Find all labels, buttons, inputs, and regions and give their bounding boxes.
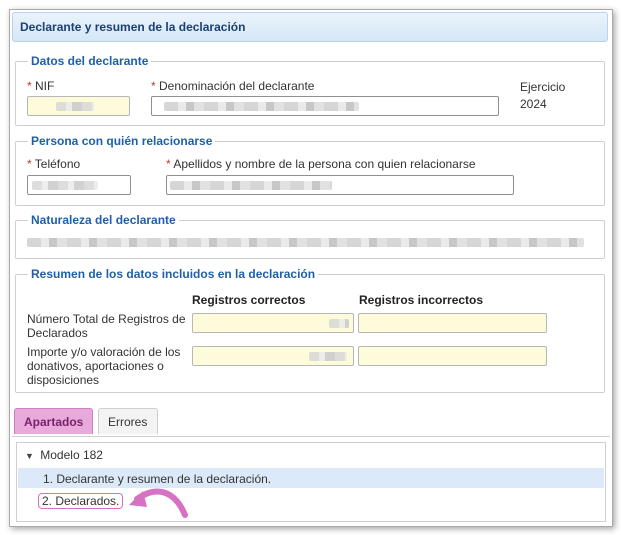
numero-registros-correctos-input[interactable] [192,313,354,333]
denominacion-redacted-value [164,102,359,111]
col-registros-correctos: Registros correctos [192,293,306,307]
nif-redacted-value [56,102,94,111]
tab-apartados[interactable]: Apartados [14,408,93,434]
tree-item-declarante[interactable]: 1. Declarante y resumen de la declaració… [18,468,604,488]
persona-nombre-redacted-value [170,181,332,190]
tree-root-label: Modelo 182 [40,448,103,462]
persona-legend: Persona con quién relacionarse [31,134,213,148]
caret-down-icon[interactable]: ▼ [25,451,34,461]
persona-nombre-input[interactable] [166,175,514,195]
naturaleza-redacted-value [27,238,584,247]
importe-redacted-value [309,352,347,361]
panel-title: Declarante y resumen de la declaración [12,12,608,42]
row-label-importe: Importe y/o valoración de los donativos,… [27,345,181,387]
telefono-label: * Teléfono [27,157,81,171]
tree-item-declarados-label: 2. Declarados. [38,493,124,509]
ejercicio-value: 2024 [520,97,547,111]
telefono-redacted-value [32,181,98,190]
tab-errores[interactable]: Errores [98,408,158,434]
naturaleza-legend: Naturaleza del declarante [31,213,176,227]
resumen-legend: Resumen de los datos incluidos en la dec… [31,267,316,281]
ejercicio-label: Ejercicio [520,80,566,94]
nif-label: * NIF [27,79,55,93]
denominacion-input[interactable] [151,96,499,116]
row-label-numero-registros: Número Total de Registros de Declarados [27,312,186,340]
col-registros-incorrectos: Registros incorrectos [359,293,484,307]
tree-item-declarados[interactable]: 2. Declarados. [18,490,604,510]
naturaleza-section: Naturaleza del declarante [15,213,605,259]
datos-declarante-legend: Datos del declarante [31,54,149,68]
persona-nombre-label: * Apellidos y nombre de la persona con q… [166,157,476,171]
pointer-arrow-icon [129,488,188,518]
numero-registros-incorrectos-input[interactable] [358,313,547,333]
dialog-frame: Declarante y resumen de la declaración D… [9,9,613,527]
importe-correctos-input[interactable] [192,346,354,366]
apartados-tree: ▼ Modelo 182 1. Declarante y resumen de … [16,442,606,522]
tree-root-modelo-182[interactable]: ▼ Modelo 182 [25,448,103,462]
telefono-input[interactable] [27,175,131,195]
numero-registros-redacted-value [329,319,349,328]
tab-bar: Apartados Errores [12,406,610,437]
nif-input[interactable] [27,96,130,116]
importe-incorrectos-input[interactable] [358,346,547,366]
denominacion-label: * Denominación del declarante [151,79,315,93]
